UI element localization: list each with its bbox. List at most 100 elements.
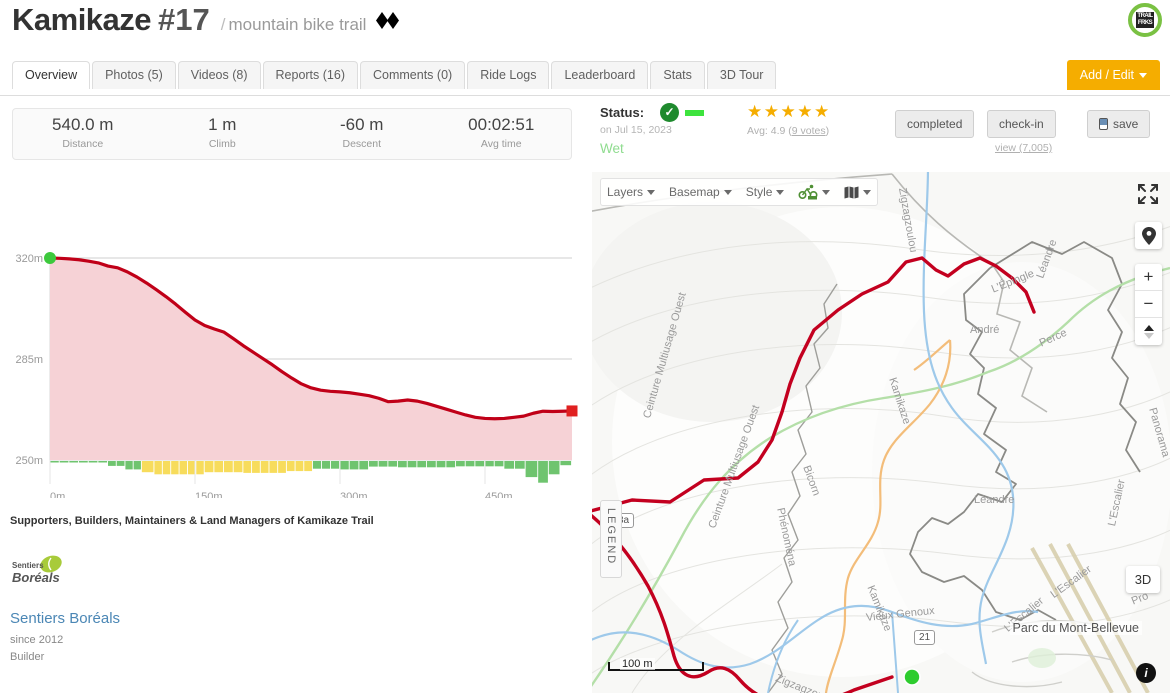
y-axis-tick-label: 250m — [15, 455, 43, 467]
surface-grade-bar — [525, 461, 538, 478]
surface-grade-bar — [196, 461, 204, 475]
page-header: Kamikaze #17 /mountain bike trail TRAIL F… — [0, 0, 1170, 52]
stat-descent-value: -60 m — [340, 115, 384, 134]
tab-overview[interactable]: Overview — [12, 61, 91, 90]
map-canvas — [592, 172, 1170, 693]
trail-map[interactable]: Ceinture Multiusage Ouest Ceinture Multiu… — [592, 172, 1170, 693]
surface-grade-bar — [560, 461, 572, 466]
map-basemap-label: Basemap — [669, 185, 720, 199]
rating-average-close: ) — [825, 125, 830, 137]
tab-videos[interactable]: Videos (8) — [177, 61, 261, 89]
map-activity-menu[interactable] — [798, 184, 831, 200]
votes-link[interactable]: 9 votes — [792, 125, 826, 137]
surface-grade-bar — [252, 461, 260, 473]
surface-grade-bar — [436, 461, 446, 468]
map-3d-button[interactable]: 3D — [1126, 566, 1160, 593]
y-axis-tick-label: 320m — [15, 253, 43, 265]
trail-stats-bar: 540.0 m Distance 1 m Climb -60 m Descent… — [12, 108, 572, 160]
completed-button[interactable]: completed — [895, 110, 975, 138]
chevron-down-icon — [863, 189, 872, 195]
trail-detail-page: Kamikaze #17 /mountain bike trail TRAIL F… — [0, 0, 1170, 693]
page-title: Kamikaze #17 /mountain bike trail — [12, 2, 401, 38]
x-axis-tick-label: 300m — [340, 491, 368, 498]
tab-reports[interactable]: Reports (16) — [262, 61, 358, 89]
stat-climb-value: 1 m — [208, 115, 237, 134]
trail-type-label: mountain bike trail — [228, 15, 367, 34]
map-tilt-button[interactable] — [1135, 318, 1162, 345]
fullscreen-icon[interactable] — [1134, 180, 1162, 208]
surface-grade-bar — [504, 461, 515, 469]
svg-text:Sentiers: Sentiers — [12, 561, 44, 570]
chevron-down-icon — [723, 189, 732, 195]
map-pin-icon[interactable] — [1135, 222, 1162, 249]
zoom-out-button[interactable]: − — [1135, 291, 1162, 318]
surface-grade-bar — [456, 461, 465, 467]
surface-grade-bar — [162, 461, 171, 475]
surface-grade-bar — [125, 461, 133, 470]
tab-list: Overview Photos (5) Videos (8) Reports (… — [12, 60, 777, 90]
add-edit-label: Add / Edit — [1079, 68, 1134, 82]
surface-grade-bar — [187, 461, 196, 475]
check-in-button[interactable]: check-in — [987, 110, 1056, 138]
chevron-down-icon — [1139, 72, 1147, 78]
builder-role: Builder — [10, 651, 45, 663]
surface-grade-bar — [59, 461, 69, 463]
stat-descent-label: Descent — [342, 138, 382, 150]
zoom-in-button[interactable]: + — [1135, 264, 1162, 291]
surface-grade-bar — [233, 461, 243, 473]
map-toolbar: Layers Basemap Style — [600, 178, 879, 206]
trailforks-logo-badge[interactable]: TRAIL FRKS — [1128, 3, 1162, 37]
x-axis-tick-label: 0m — [50, 491, 65, 498]
surface-grade-bar — [171, 461, 179, 475]
map-zoom-controls[interactable]: + − — [1135, 264, 1162, 345]
view-count-link[interactable]: view (7,005) — [995, 142, 1052, 154]
chart-end-marker — [566, 405, 578, 417]
add-edit-button[interactable]: Add / Edit — [1066, 60, 1160, 90]
supporters-heading: Supporters, Builders, Maintainers & Land… — [10, 515, 374, 527]
builder-logo[interactable]: Sentiers Boréals — [10, 555, 68, 591]
stat-distance-label: Distance — [62, 138, 104, 150]
tab-stats[interactable]: Stats — [650, 61, 705, 89]
builder-name-link[interactable]: Sentiers Boréals — [10, 610, 120, 627]
surface-grade-bar — [514, 461, 525, 469]
trail-start-marker — [903, 668, 921, 686]
elevation-profile-chart[interactable]: 250m 285m 320m 0m 150m 300m 450m — [0, 168, 585, 498]
surface-grade-bar — [538, 461, 548, 483]
surface-grade-bar — [312, 461, 322, 469]
builder-since: since 2012 — [10, 634, 64, 646]
tab-comments[interactable]: Comments (0) — [360, 61, 466, 89]
save-button[interactable]: save — [1087, 110, 1151, 138]
map-layers-menu[interactable]: Layers — [607, 185, 656, 199]
y-axis-tick-label: 285m — [15, 354, 43, 366]
surface-grade-bar — [179, 461, 188, 475]
chart-start-marker — [44, 252, 56, 264]
double-black-diamond-icon — [375, 11, 401, 35]
map-legend-label: LEGEND — [605, 507, 617, 565]
surface-grade-bar — [340, 461, 349, 470]
surface-grade-bar — [349, 461, 359, 470]
surface-grade-bar — [88, 461, 98, 463]
svg-text:Boréals: Boréals — [12, 570, 60, 585]
save-button-label: save — [1113, 117, 1139, 131]
surface-grade-bar — [260, 461, 269, 473]
map-style-menu[interactable]: Style — [746, 185, 785, 199]
tab-3d-tour[interactable]: 3D Tour — [706, 61, 777, 89]
mountain-bike-icon — [798, 184, 818, 200]
surface-grade-bar — [369, 461, 378, 467]
tab-ride-logs[interactable]: Ride Logs — [467, 61, 550, 89]
map-legend-toggle[interactable]: LEGEND — [600, 499, 622, 578]
surface-grade-bar — [108, 461, 116, 466]
surface-grade-bar — [485, 461, 494, 467]
surface-grade-bar — [243, 461, 252, 473]
map-scale-bar: 100 m — [608, 658, 704, 671]
tab-photos[interactable]: Photos (5) — [92, 61, 176, 89]
map-book-icon — [844, 186, 859, 199]
map-info-icon[interactable]: i — [1136, 663, 1156, 683]
map-basemap-menu[interactable]: Basemap — [669, 185, 732, 199]
status-label: Status: — [600, 105, 645, 120]
stat-avg-time-value: 00:02:51 — [468, 115, 535, 134]
surface-grade-bar — [214, 461, 224, 473]
surface-grade-bar — [475, 461, 485, 467]
tab-leaderboard[interactable]: Leaderboard — [551, 61, 649, 89]
map-guide-menu[interactable] — [844, 186, 872, 199]
